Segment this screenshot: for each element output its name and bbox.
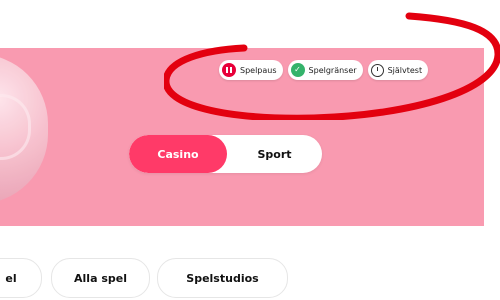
category-chip-spelstudios[interactable]: Spelstudios xyxy=(157,258,288,298)
limits-icon: ✓ xyxy=(290,63,305,77)
spelpaus-label: Spelpaus xyxy=(240,65,277,75)
hero-helmet-image xyxy=(0,54,48,204)
vertical-toggle: Casino Sport xyxy=(129,135,322,173)
spelpaus-button[interactable]: Spelpaus xyxy=(219,60,283,80)
pause-icon xyxy=(222,63,236,77)
sjalvtest-label: Självtest xyxy=(387,65,423,75)
category-chip-partial[interactable]: el xyxy=(0,258,42,298)
responsible-gaming-bar: Spelpaus ✓ Spelgränser Självtest xyxy=(219,60,429,80)
spelgranser-label: Spelgränser xyxy=(308,65,357,75)
category-chip-alla-spel[interactable]: Alla spel xyxy=(51,258,150,298)
spelgranser-button[interactable]: ✓ Spelgränser xyxy=(287,60,363,80)
sjalvtest-button[interactable]: Självtest xyxy=(367,60,429,80)
toggle-casino[interactable]: Casino xyxy=(129,135,227,173)
toggle-sport[interactable]: Sport xyxy=(227,135,322,173)
timer-icon xyxy=(370,63,384,77)
